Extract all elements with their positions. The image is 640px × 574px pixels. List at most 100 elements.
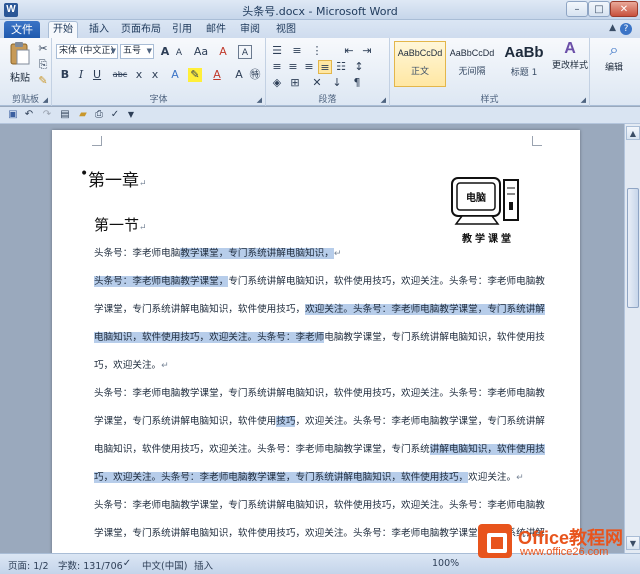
collapse-ribbon-icon[interactable]: ▲ xyxy=(609,23,616,33)
text-line[interactable]: 头条号：李老师电脑教学课堂，专门系统讲解电脑知识，软件使用技巧，欢迎关注。头条号… xyxy=(94,496,545,516)
superscript-button[interactable]: x xyxy=(148,68,162,82)
text-line[interactable]: 巧，欢迎关注。↵ xyxy=(94,356,169,376)
clipboard-launcher-icon[interactable]: ◢ xyxy=(43,96,48,104)
vertical-scrollbar[interactable]: ▲ ▼ xyxy=(624,124,640,553)
text-line[interactable]: 头条号：李老师电脑教学课堂，专门系统讲解电脑知识，软件使用技巧，欢迎关注。头条号… xyxy=(94,272,545,292)
style-heading-1[interactable]: AaBb 标题 1 xyxy=(498,41,550,87)
tab-page-layout[interactable]: 页面布局 xyxy=(118,22,164,38)
align-left-icon[interactable]: ≡ xyxy=(270,60,284,74)
shading-icon[interactable]: ◈ xyxy=(270,76,284,90)
decrease-indent-icon[interactable]: ⇤ xyxy=(342,44,356,58)
print-preview-icon[interactable]: ⎙ xyxy=(92,108,106,122)
font-launcher-icon[interactable]: ◢ xyxy=(257,96,262,104)
text-line[interactable]: 学课堂，专门系统讲解电脑知识，软件使用技巧，欢迎关注。头条号：李老师电脑教学课堂… xyxy=(94,412,545,432)
text-effects-icon[interactable]: A xyxy=(168,68,182,82)
justify-icon[interactable]: ≡ xyxy=(318,60,332,74)
chevron-down-icon: ▼ xyxy=(146,47,152,55)
font-color-icon[interactable]: A xyxy=(210,68,224,82)
word-count[interactable]: 字数: 131/706 xyxy=(58,558,123,572)
language-indicator[interactable]: 中文(中国) xyxy=(142,558,187,572)
tab-insert[interactable]: 插入 xyxy=(84,22,114,38)
heading-2[interactable]: 第一节↵ xyxy=(94,214,147,235)
document-page[interactable]: • 第一章↵ 第一节↵ 电脑 教学课堂 头条号：李老师电脑教学课堂，专门系统讲解… xyxy=(52,130,580,553)
align-right-icon[interactable]: ≡ xyxy=(302,60,316,74)
customize-qat-icon[interactable]: ▼ xyxy=(124,108,138,122)
text-line[interactable]: 头条号：李老师电脑教学课堂，专门系统讲解电脑知识，↵ xyxy=(94,244,341,264)
document-workspace: • 第一章↵ 第一节↵ 电脑 教学课堂 头条号：李老师电脑教学课堂，专门系统讲解… xyxy=(0,124,624,553)
font-size-combo[interactable]: 五号 ▼ xyxy=(120,44,154,59)
sort-icon[interactable]: ↓ xyxy=(330,76,344,90)
text-line[interactable]: 电脑知识，软件使用技巧，欢迎关注。头条号：李老师电脑教学课堂，专门系统讲解电脑知… xyxy=(94,328,545,348)
text-line[interactable]: 学课堂，专门系统讲解电脑知识，软件使用技巧，欢迎关注。头条号：李老师电脑教学课堂… xyxy=(94,300,545,320)
editing-button[interactable]: ⌕ 编辑 xyxy=(596,40,632,73)
text-line[interactable]: 头条号：李老师电脑教学课堂，专门系统讲解电脑知识，软件使用技巧，欢迎关注。头条号… xyxy=(94,384,545,404)
redo-icon[interactable]: ↷ xyxy=(40,108,54,122)
subscript-button[interactable]: x xyxy=(132,68,146,82)
align-center-icon[interactable]: ≡ xyxy=(286,60,300,74)
shrink-font-button[interactable]: A xyxy=(172,46,186,60)
cut-icon[interactable]: ✂ xyxy=(36,42,50,56)
format-painter-icon[interactable]: ✎ xyxy=(36,74,50,88)
tab-view[interactable]: 视图 xyxy=(272,22,300,38)
tab-home[interactable]: 开始 xyxy=(48,21,78,39)
underline-button[interactable]: U xyxy=(90,68,104,82)
italic-button[interactable]: I xyxy=(74,68,88,82)
bullets-icon[interactable]: ☰ xyxy=(270,44,284,58)
grow-font-button[interactable]: A xyxy=(158,45,172,59)
styles-launcher-icon[interactable]: ◢ xyxy=(581,96,586,104)
style-name: 无间隔 xyxy=(458,67,486,77)
help-icon[interactable]: ? xyxy=(620,23,632,35)
strikethrough-button[interactable]: abc xyxy=(110,68,130,82)
style-no-spacing[interactable]: AaBbCcDd 无间隔 xyxy=(446,41,498,87)
show-marks-icon[interactable]: ¶ xyxy=(350,76,364,90)
scroll-up-icon[interactable]: ▲ xyxy=(626,126,640,140)
page-count[interactable]: 页面: 1/2 xyxy=(8,558,49,572)
selected-text: 技巧 xyxy=(276,416,296,427)
layout-icon[interactable]: ▤ xyxy=(58,108,72,122)
change-case-button[interactable]: Aa xyxy=(192,45,210,59)
chevron-down-icon: ▼ xyxy=(110,47,116,55)
highlight-icon[interactable]: ✎ xyxy=(188,68,202,82)
open-icon[interactable]: ▰ xyxy=(76,108,90,122)
copy-icon[interactable]: ⎘ xyxy=(36,58,50,72)
proofing-icon[interactable]: ✓ xyxy=(120,557,134,571)
logo-caption: 教学课堂 xyxy=(462,234,514,245)
insert-mode-indicator[interactable]: 插入 xyxy=(194,558,213,572)
enclose-char-icon[interactable]: ㊕ xyxy=(248,68,262,82)
tab-file[interactable]: 文件 xyxy=(4,21,40,38)
text-line[interactable]: 巧，欢迎关注。头条号：李老师电脑教学课堂，专门系统讲解电脑知识，软件使用技巧，欢… xyxy=(94,468,524,488)
style-normal[interactable]: AaBbCcDd 正文 xyxy=(394,41,446,87)
save-icon[interactable]: ▣ xyxy=(6,108,20,122)
font-size-value: 五号 xyxy=(123,46,142,56)
clear-format-button[interactable]: A xyxy=(216,45,230,59)
spelling-icon[interactable]: ✓ xyxy=(108,108,122,122)
editing-label: 编辑 xyxy=(604,63,623,73)
distributed-icon[interactable]: ☷ xyxy=(334,60,348,74)
font-name-combo[interactable]: 宋体 (中文正) ▼ xyxy=(56,44,118,59)
zoom-level[interactable]: 100% xyxy=(432,558,459,569)
text-line[interactable]: 电脑知识，软件使用技巧，欢迎关注。头条号：李老师电脑教学课堂，专门系统讲解电脑知… xyxy=(94,440,545,460)
close-button[interactable]: ✕ xyxy=(610,1,638,17)
chinese-layout-icon[interactable]: ✕ xyxy=(310,76,324,90)
multilevel-list-icon[interactable]: ⋮ xyxy=(310,44,324,58)
line-spacing-icon[interactable]: ↕ xyxy=(352,60,366,74)
borders-icon[interactable]: ⊞ xyxy=(288,76,302,90)
heading-1[interactable]: • 第一章↵ xyxy=(80,166,147,191)
bold-button[interactable]: B xyxy=(58,68,72,82)
scroll-thumb[interactable] xyxy=(627,188,639,308)
change-styles-button[interactable]: A 更改样式 xyxy=(552,40,588,71)
editing-group: ⌕ 编辑 xyxy=(590,38,640,106)
char-shading-icon[interactable]: A xyxy=(232,68,246,82)
numbering-icon[interactable]: ≡ xyxy=(290,44,304,58)
styles-group-label: 样式 xyxy=(480,95,499,105)
paste-button[interactable]: 粘贴 xyxy=(6,40,34,84)
char-border-icon[interactable]: A xyxy=(238,45,252,59)
tab-mailings[interactable]: 邮件 xyxy=(202,22,230,38)
paragraph-launcher-icon[interactable]: ◢ xyxy=(381,96,386,104)
increase-indent-icon[interactable]: ⇥ xyxy=(360,44,374,58)
tab-review[interactable]: 审阅 xyxy=(236,22,264,38)
undo-icon[interactable]: ↶ xyxy=(22,108,36,122)
minimize-button[interactable]: – xyxy=(566,1,588,17)
maximize-button[interactable]: □ xyxy=(588,1,610,17)
tab-references[interactable]: 引用 xyxy=(168,22,196,38)
